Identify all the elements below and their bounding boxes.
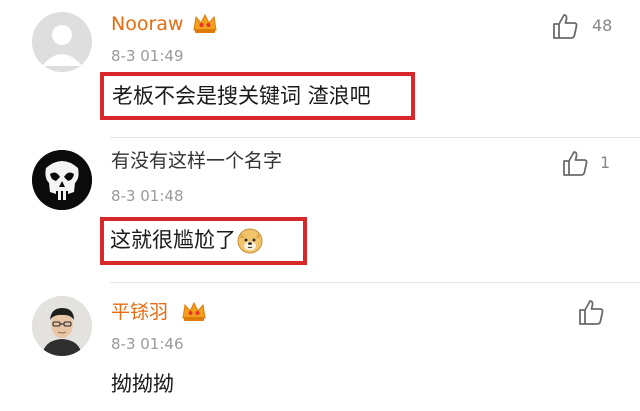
username[interactable]: 有没有这样一个名字: [111, 149, 282, 173]
vip-crown-icon: [182, 301, 206, 321]
like-icon[interactable]: [551, 12, 579, 40]
like-count: 1: [600, 153, 611, 172]
comment-time: 8-3 01:46: [111, 335, 184, 353]
comment-time: 8-3 01:49: [111, 47, 184, 65]
username[interactable]: Nooraw: [111, 12, 183, 36]
comment-time: 8-3 01:48: [111, 187, 184, 205]
comment-text: 拗拗拗: [111, 372, 174, 396]
avatar[interactable]: [32, 150, 92, 210]
vip-crown-icon: [193, 13, 217, 33]
default-avatar-icon: [32, 12, 92, 72]
username[interactable]: 平铩羽: [111, 300, 168, 324]
photo-avatar-icon: [32, 296, 92, 356]
comment-item: 有没有这样一个名字 8-3 01:48 这就很尴尬了 1: [0, 137, 640, 282]
like-count: 48: [592, 16, 613, 35]
comment-item: Nooraw 8-3 01:49 老板不会是搜关键词 渣浪吧 48: [0, 0, 640, 140]
doge-emoji-icon: [237, 228, 263, 254]
comment-item: 平铩羽 8-3 01:46 拗拗拗: [0, 282, 640, 411]
comment-text: 老板不会是搜关键词 渣浪吧: [112, 84, 371, 108]
avatar[interactable]: [32, 12, 92, 72]
comment-text: 这就很尴尬了: [110, 226, 263, 254]
skull-avatar-icon: [32, 150, 92, 210]
avatar[interactable]: [32, 296, 92, 356]
like-icon[interactable]: [561, 149, 589, 177]
like-icon[interactable]: [577, 298, 605, 326]
